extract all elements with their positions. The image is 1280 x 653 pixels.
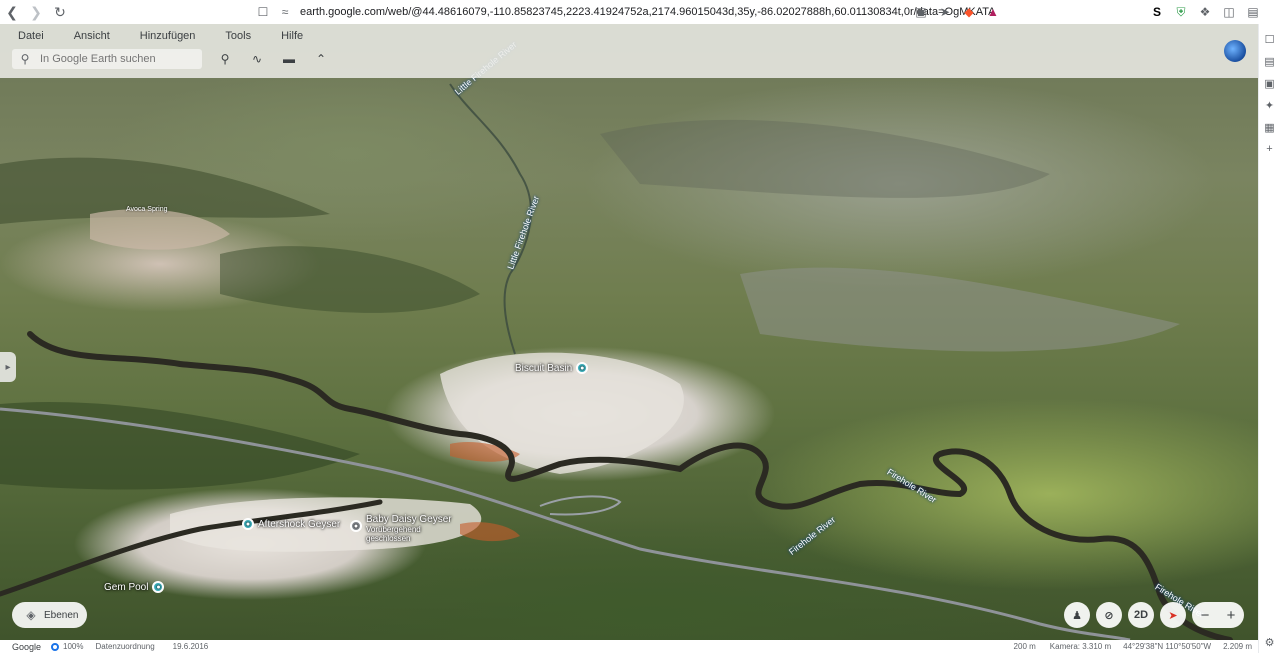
place-baby-daisy-geyser[interactable]: ● Baby Daisy Geyser Vorübergehend geschl… xyxy=(350,514,452,543)
zoom-out-button[interactable]: − xyxy=(1201,607,1210,624)
address-bar[interactable]: ☐ ≈ earth.google.com/web/@44.48616079,-1… xyxy=(256,2,1006,22)
place-aftershock-geyser[interactable]: ● Aftershock Geyser xyxy=(242,518,340,530)
reading-list-icon[interactable]: ▤ xyxy=(1263,54,1277,68)
url-text[interactable]: earth.google.com/web/@44.48616079,-110.8… xyxy=(300,6,1006,18)
extensions-area: S ⛨ ❖ ◫ ▤ xyxy=(1150,2,1260,22)
wallet-icon[interactable]: ▤ xyxy=(1246,5,1260,19)
browser-side-panel: ☐ ▤ ▣ ✦ ▦ + ⚙ xyxy=(1258,24,1280,653)
menu-tools[interactable]: Tools xyxy=(217,28,259,44)
bookmark-icon[interactable]: ☐ xyxy=(256,5,270,19)
search-icon: ⚲ xyxy=(20,52,30,66)
place-biscuit-basin[interactable]: Biscuit Basin ● xyxy=(515,362,589,374)
ground-elevation: 2.209 m xyxy=(1223,642,1252,651)
zoom-controls: − + xyxy=(1192,602,1244,628)
map-pin-icon[interactable]: ● xyxy=(576,362,589,374)
menu-help[interactable]: Hilfe xyxy=(273,28,311,44)
load-percent: 100% xyxy=(63,642,84,651)
account-avatar[interactable] xyxy=(1224,40,1246,62)
compass-icon[interactable]: ➤ xyxy=(1160,602,1186,628)
expand-panel-handle[interactable]: ▸ xyxy=(0,352,16,382)
place-name: Gem Pool xyxy=(104,581,149,593)
reload-icon[interactable]: ↻ xyxy=(48,0,72,24)
data-attribution-link[interactable]: Datenzuordnung xyxy=(96,642,155,651)
forward-icon[interactable]: ❯ xyxy=(24,0,48,24)
camera-altitude: Kamera: 3.310 m xyxy=(1049,642,1112,651)
measure-ruler-icon[interactable]: ▬ xyxy=(280,50,298,68)
map-pin-icon[interactable]: ● xyxy=(350,520,362,532)
place-gem-pool[interactable]: Gem Pool ● xyxy=(104,581,165,593)
layers-button[interactable]: ◈ Ebenen xyxy=(12,602,87,628)
imagery-date: 19.6.2016 xyxy=(172,642,209,651)
menu-file[interactable]: Datei xyxy=(10,28,52,44)
notes-panel-icon[interactable]: ▦ xyxy=(1263,120,1277,134)
placemark-icon[interactable]: ⚲ xyxy=(216,50,234,68)
search-box[interactable]: ⚲ xyxy=(12,49,202,69)
map-pin-icon[interactable]: ● xyxy=(242,518,254,530)
add-panel-icon[interactable]: + xyxy=(1263,142,1277,156)
map-pin-icon[interactable]: ● xyxy=(152,581,165,593)
menu-bar: Datei Ansicht Hinzufügen Tools Hilfe xyxy=(10,28,325,44)
rewards-icon[interactable]: ▲ xyxy=(986,5,1000,19)
google-logo: Google xyxy=(12,641,42,652)
tilt-reset-icon[interactable]: ⊘ xyxy=(1096,602,1122,628)
back-icon[interactable]: ❮ xyxy=(0,0,24,24)
status-bar: Google 100% Datenzuordnung 19.6.2016 200… xyxy=(0,640,1258,653)
search-input[interactable] xyxy=(40,53,200,65)
scale-bar[interactable]: 200 m xyxy=(1014,642,1036,651)
loading-spinner-icon xyxy=(51,642,60,651)
chevron-up-icon[interactable]: ⌃ xyxy=(312,50,330,68)
share-icon[interactable]: ➤ xyxy=(938,5,952,19)
brave-shield-icon[interactable]: ◆ xyxy=(962,5,976,19)
layers-icon: ◈ xyxy=(26,608,36,622)
wallet-panel-icon[interactable]: ▣ xyxy=(1263,76,1277,90)
place-name: Baby Daisy Geyser xyxy=(366,514,452,525)
menu-view[interactable]: Ansicht xyxy=(66,28,118,44)
layers-label: Ebenen xyxy=(44,609,79,621)
extension-s-icon[interactable]: S xyxy=(1150,5,1164,19)
menu-add[interactable]: Hinzufügen xyxy=(132,28,204,44)
site-info-icon[interactable]: ≈ xyxy=(278,5,292,19)
place-text: Baby Daisy Geyser Vorübergehend geschlos… xyxy=(366,514,452,543)
place-status-note: Vorübergehend geschlossen xyxy=(366,525,421,543)
address-bar-actions: ▣ ➤ ◆ ▲ xyxy=(914,2,1000,22)
bookmarks-panel-icon[interactable]: ☐ xyxy=(1263,32,1277,46)
place-name: Biscuit Basin xyxy=(515,362,573,374)
earth-top-panel: Datei Ansicht Hinzufügen Tools Hilfe ⚲ ⚲… xyxy=(0,24,1258,78)
place-name: Aftershock Geyser xyxy=(258,518,341,530)
search-toolbar: ⚲ ⚲ ∿ ▬ ⌃ xyxy=(12,49,330,69)
browser-toolbar: ❮ ❯ ↻ ☐ ≈ earth.google.com/web/@44.48616… xyxy=(0,0,1280,24)
avoca-spring-label[interactable]: Avoca Spring xyxy=(126,206,168,213)
sidebar-toggle-icon[interactable]: ◫ xyxy=(1222,5,1236,19)
zoom-in-button[interactable]: + xyxy=(1227,607,1236,624)
toggle-2d-button[interactable]: 2D xyxy=(1128,602,1154,628)
extensions-puzzle-icon[interactable]: ❖ xyxy=(1198,5,1212,19)
cast-icon[interactable]: ▣ xyxy=(914,5,928,19)
earth-3d-viewport[interactable]: Avoca Spring Little Firehole River Littl… xyxy=(0,24,1258,640)
extension-shield-icon[interactable]: ⛨ xyxy=(1174,5,1188,19)
terrain-overlay xyxy=(0,83,1233,640)
map-controls: ♟ ⊘ 2D ➤ − + xyxy=(1064,602,1244,628)
settings-gear-icon[interactable]: ⚙ xyxy=(1263,635,1277,649)
cursor-coordinates: 44°29'38"N 110°50'50"W xyxy=(1123,642,1212,651)
leo-ai-icon[interactable]: ✦ xyxy=(1263,98,1277,112)
pegman-streetview-icon[interactable]: ♟ xyxy=(1064,602,1090,628)
path-tool-icon[interactable]: ∿ xyxy=(248,50,266,68)
